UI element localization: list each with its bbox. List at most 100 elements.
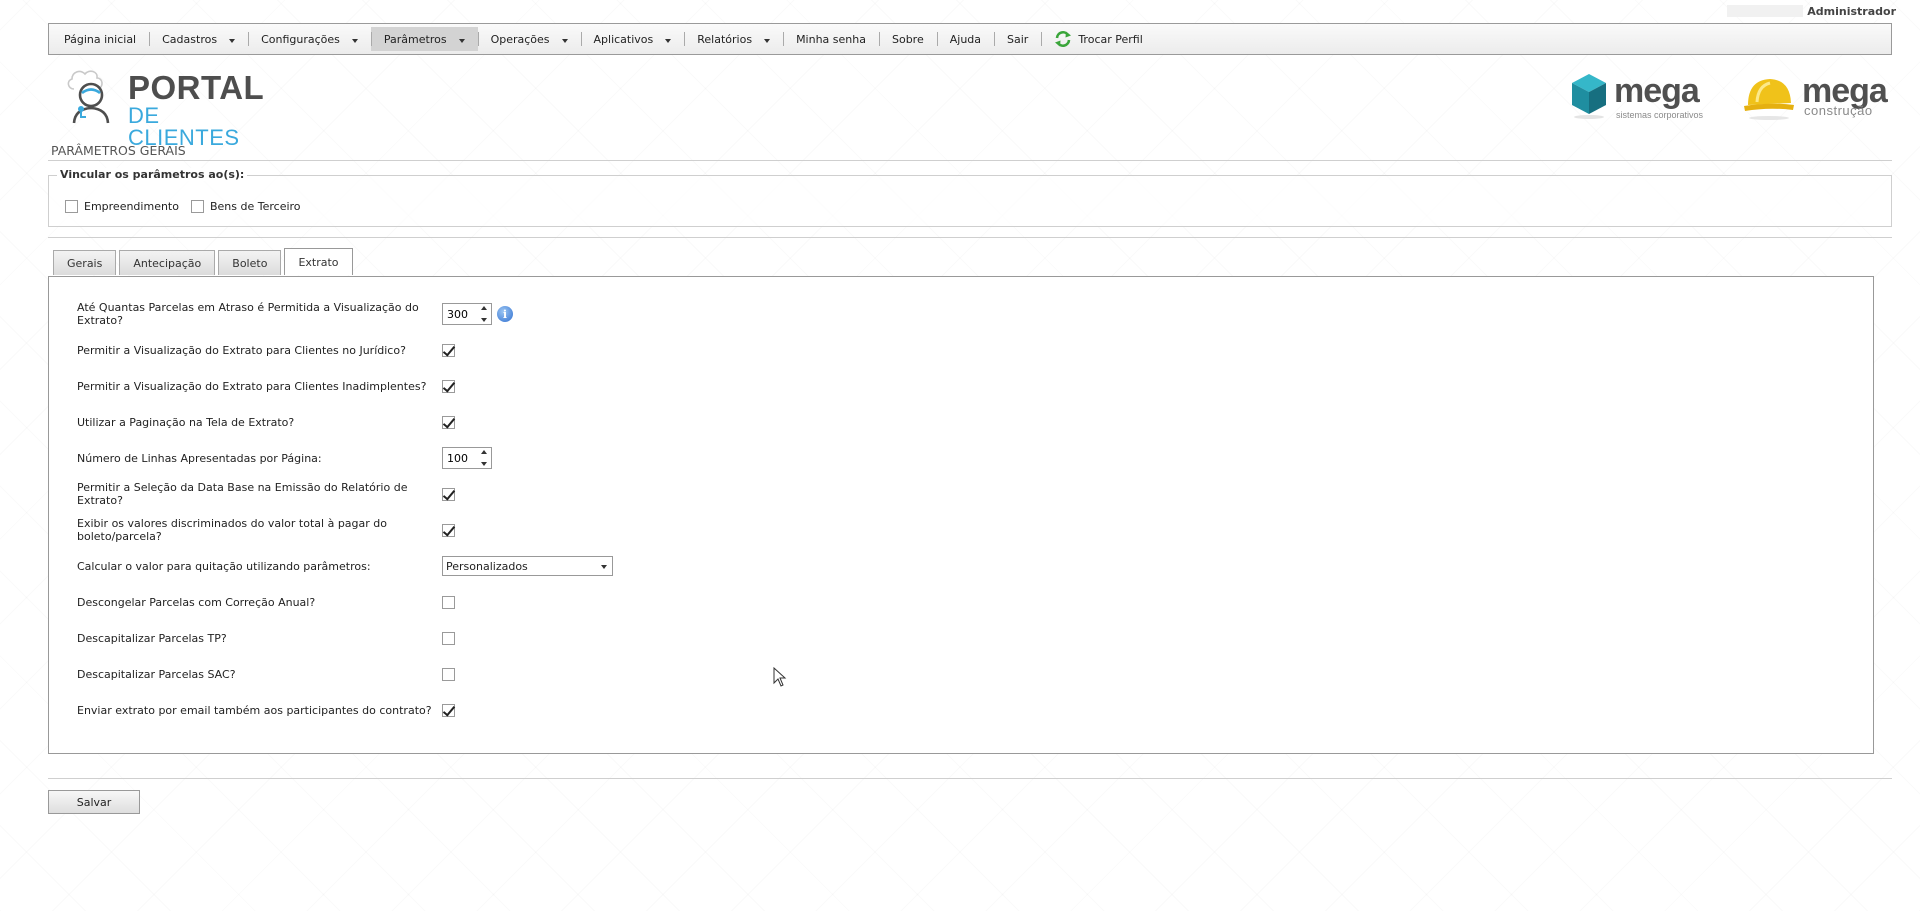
arrow-up-icon[interactable] bbox=[481, 450, 487, 454]
menu-item-sair[interactable]: Sair bbox=[994, 27, 1041, 51]
menu-item-operacoes[interactable]: Operações bbox=[477, 27, 581, 51]
menu-item-home[interactable]: Página inicial bbox=[51, 27, 149, 51]
empreendimento-option[interactable]: Empreendimento bbox=[65, 200, 179, 213]
param-row-valores-discriminados: Exibir os valores discriminados do valor… bbox=[77, 517, 461, 543]
inadimplentes-checkbox[interactable] bbox=[442, 379, 455, 393]
divider bbox=[48, 778, 1892, 779]
menu-item-label: Trocar Perfil bbox=[1078, 32, 1143, 46]
mega-cube-icon bbox=[1572, 74, 1606, 119]
param-row-quitacao: Calcular o valor para quitação utilizand… bbox=[77, 556, 613, 576]
quitacao-select[interactable]: Personalizados bbox=[442, 556, 613, 576]
juridico-checkbox[interactable] bbox=[442, 343, 455, 357]
fieldset-legend: Vincular os parâmetros ao(s): bbox=[57, 168, 248, 181]
param-label: Até Quantas Parcelas em Atraso é Permiti… bbox=[77, 301, 419, 327]
save-button[interactable]: Salvar bbox=[48, 790, 140, 814]
param-label: Utilizar a Paginação na Tela de Extrato? bbox=[77, 415, 295, 429]
param-label: Permitir a Visualização do Extrato para … bbox=[77, 379, 427, 393]
arrow-down-icon[interactable] bbox=[481, 462, 487, 466]
chevron-down-icon bbox=[665, 39, 672, 43]
chevron-down-icon bbox=[561, 39, 568, 43]
tab-extrato[interactable]: Extrato bbox=[284, 248, 353, 275]
menu-item-minha-senha[interactable]: Minha senha bbox=[783, 27, 879, 51]
user-name: Administrador bbox=[1807, 4, 1896, 18]
valores-discriminados-checkbox[interactable] bbox=[442, 523, 455, 537]
arrow-down-icon[interactable] bbox=[481, 318, 487, 322]
menu-item-label: Aplicativos bbox=[593, 32, 654, 46]
menu-item-sobre[interactable]: Sobre bbox=[878, 27, 937, 51]
menu-item-label: Sair bbox=[1007, 32, 1029, 46]
max-parcelas-spinner[interactable] bbox=[442, 303, 492, 325]
user-placeholder bbox=[1727, 5, 1804, 17]
empreendimento-checkbox[interactable] bbox=[65, 200, 78, 213]
menu-item-ajuda[interactable]: Ajuda bbox=[936, 27, 994, 51]
extrato-panel: Até Quantas Parcelas em Atraso é Permiti… bbox=[48, 276, 1874, 754]
bind-parameters-fieldset: Vincular os parâmetros ao(s): Empreendim… bbox=[48, 168, 1892, 227]
menu-item-label: Relatórios bbox=[697, 32, 753, 46]
bens-terceiro-label: Bens de Terceiro bbox=[209, 200, 301, 213]
param-row-data-base: Permitir a Seleção da Data Base na Emiss… bbox=[77, 481, 461, 507]
descap-sac-checkbox[interactable] bbox=[442, 667, 455, 681]
tab-boleto[interactable]: Boleto bbox=[218, 250, 282, 275]
linhas-pagina-spinner[interactable] bbox=[442, 447, 492, 469]
param-row-email-participantes: Enviar extrato por email também aos part… bbox=[77, 701, 461, 719]
info-icon[interactable]: i bbox=[497, 306, 513, 322]
bens-terceiro-checkbox[interactable] bbox=[190, 200, 204, 213]
param-label: Calcular o valor para quitação utilizand… bbox=[77, 559, 371, 573]
tab-antecipacao[interactable]: Antecipação bbox=[119, 250, 216, 275]
portal-person-icon bbox=[67, 70, 110, 124]
menu-item-parametros[interactable]: Parâmetros bbox=[370, 27, 478, 51]
chevron-down-icon bbox=[229, 39, 236, 43]
menu-item-label: Operações bbox=[490, 32, 550, 46]
linhas-pagina-input[interactable] bbox=[443, 449, 479, 467]
tab-gerais[interactable]: Gerais bbox=[53, 250, 117, 275]
chevron-down-icon bbox=[601, 565, 607, 569]
bens-terceiro-option[interactable]: Bens de Terceiro bbox=[190, 200, 301, 213]
chevron-down-icon bbox=[351, 39, 358, 43]
menu-item-cadastros[interactable]: Cadastros bbox=[149, 27, 248, 51]
menu-item-trocar-perfil[interactable]: Trocar Perfil bbox=[1041, 27, 1155, 51]
data-base-checkbox[interactable] bbox=[442, 487, 455, 501]
param-label: Número de Linhas Apresentadas por Página… bbox=[77, 451, 322, 465]
mouse-cursor-icon bbox=[773, 667, 787, 687]
param-label: Descongelar Parcelas com Correção Anual? bbox=[77, 595, 316, 609]
menu-item-label: Ajuda bbox=[949, 32, 982, 46]
param-row-linhas-pagina: Número de Linhas Apresentadas por Página… bbox=[77, 447, 492, 469]
param-row-inadimplentes: Permitir a Visualização do Extrato para … bbox=[77, 377, 461, 395]
portal-title: PORTAL bbox=[128, 69, 265, 106]
hard-hat-icon bbox=[1744, 79, 1794, 120]
param-label: Enviar extrato por email também aos part… bbox=[77, 703, 432, 717]
paginacao-checkbox[interactable] bbox=[442, 415, 455, 429]
tab-bar: Gerais Antecipação Boleto Extrato bbox=[53, 248, 356, 275]
main-menu: Página inicial Cadastros Configurações P… bbox=[48, 23, 1892, 55]
menu-item-label: Cadastros bbox=[162, 32, 218, 46]
spinner-arrows[interactable] bbox=[479, 450, 489, 466]
mega2-tagline: construção bbox=[1804, 103, 1873, 118]
divider bbox=[48, 237, 1892, 238]
email-participantes-checkbox[interactable] bbox=[442, 703, 455, 717]
menu-item-configuracoes[interactable]: Configurações bbox=[248, 27, 371, 51]
chevron-down-icon bbox=[764, 39, 771, 43]
param-row-descongelar: Descongelar Parcelas com Correção Anual? bbox=[77, 593, 461, 611]
menu-item-aplicativos[interactable]: Aplicativos bbox=[580, 27, 685, 51]
menu-item-relatorios[interactable]: Relatórios bbox=[684, 27, 783, 51]
user-bar: Administrador bbox=[1727, 4, 1896, 18]
spinner-arrows[interactable] bbox=[479, 306, 489, 322]
divider bbox=[48, 160, 1892, 161]
max-parcelas-input[interactable] bbox=[443, 305, 479, 323]
param-row-juridico: Permitir a Visualização do Extrato para … bbox=[77, 341, 461, 359]
descap-tp-checkbox[interactable] bbox=[442, 631, 455, 645]
param-label: Permitir a Visualização do Extrato para … bbox=[77, 343, 406, 357]
descongelar-checkbox[interactable] bbox=[442, 595, 455, 609]
menu-item-label: Sobre bbox=[891, 32, 924, 46]
menu-item-label: Página inicial bbox=[64, 32, 137, 46]
portal-de-clientes-logo: PORTAL DE CLIENTES bbox=[62, 67, 272, 149]
param-label: Descapitalizar Parcelas TP? bbox=[77, 631, 227, 645]
menu-item-label: Minha senha bbox=[796, 32, 866, 46]
param-row-paginacao: Utilizar a Paginação na Tela de Extrato? bbox=[77, 413, 461, 431]
empreendimento-label: Empreendimento bbox=[84, 200, 179, 213]
page-title: PARÂMETROS GERAIS bbox=[51, 143, 186, 158]
param-label: Descapitalizar Parcelas SAC? bbox=[77, 667, 236, 681]
arrow-up-icon[interactable] bbox=[481, 306, 487, 310]
mega1-tagline: sistemas corporativos bbox=[1616, 110, 1704, 120]
menu-item-label: Configurações bbox=[261, 32, 340, 46]
